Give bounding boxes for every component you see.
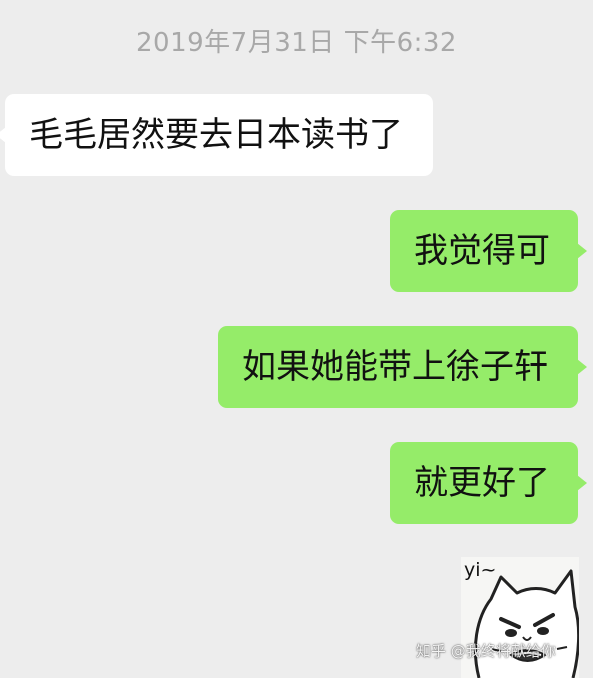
- message-bubble-incoming[interactable]: 毛毛居然要去日本读书了: [0, 94, 433, 176]
- message-bubble-outgoing[interactable]: 就更好了: [390, 442, 587, 524]
- watermark: 知乎 @我终将献给你: [416, 642, 556, 660]
- message-text: 我觉得可: [414, 231, 550, 271]
- message-text: 就更好了: [414, 463, 550, 503]
- message-bubble-outgoing[interactable]: 我觉得可: [390, 210, 587, 292]
- message-text: 如果她能带上徐子轩: [242, 347, 548, 387]
- message-bubble-outgoing[interactable]: 如果她能带上徐子轩: [218, 326, 587, 408]
- sticker-caption: yi~: [464, 559, 497, 581]
- message-text: 毛毛居然要去日本读书了: [29, 115, 403, 155]
- chat-timestamp: 2019年7月31日 下午6:32: [136, 28, 457, 58]
